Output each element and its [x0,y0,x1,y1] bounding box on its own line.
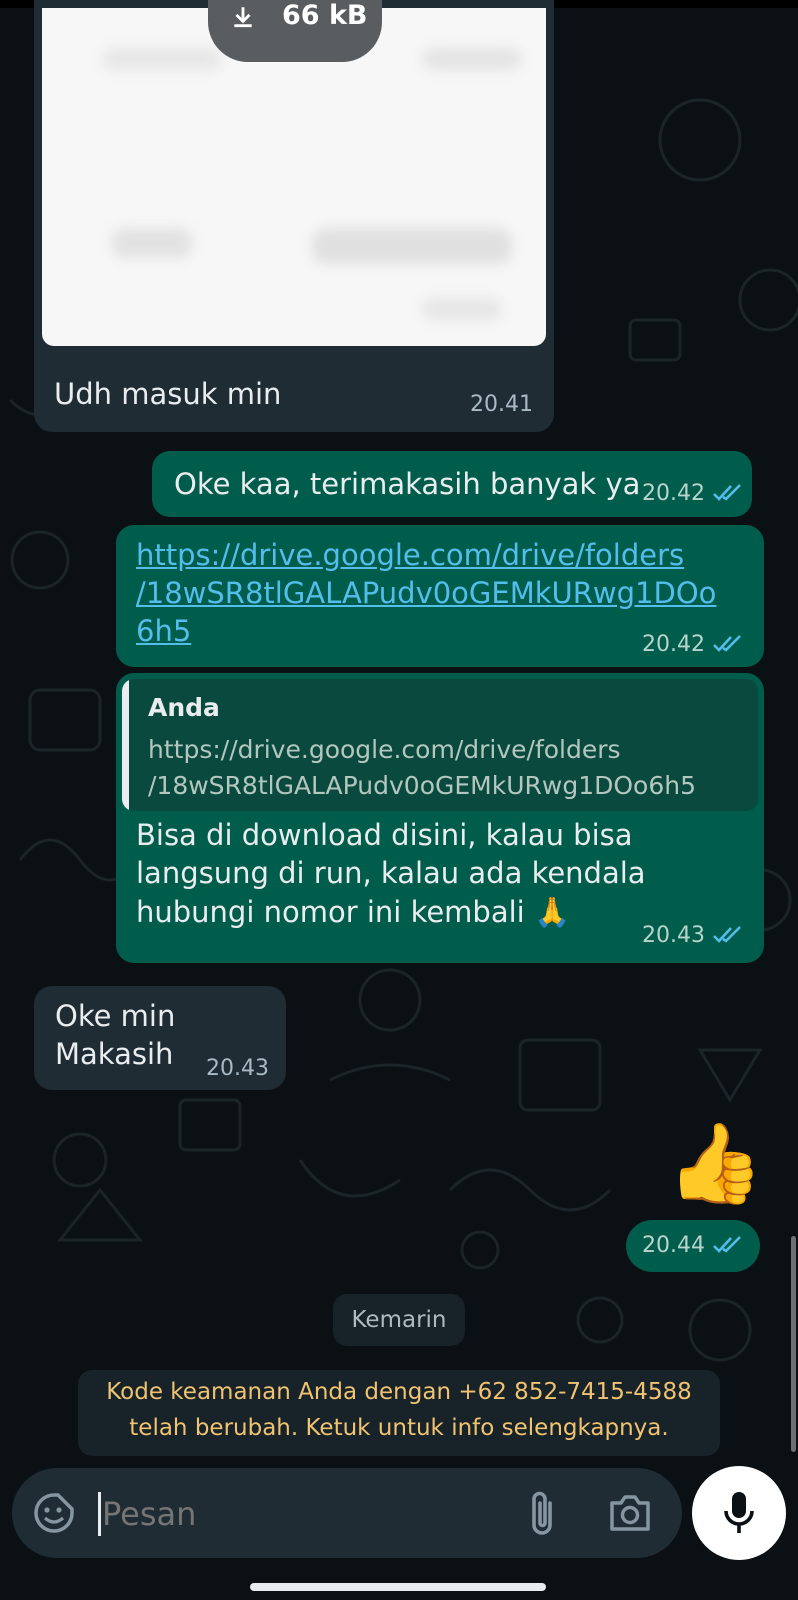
paperclip-icon[interactable] [526,1489,560,1537]
quoted-message[interactable]: Anda https://drive.google.com/drive/fold… [122,679,758,811]
message-text-line-2: Makasih [55,1037,174,1071]
outgoing-reply-message[interactable]: Anda https://drive.google.com/drive/fold… [116,673,764,963]
incoming-message[interactable]: Oke min Makasih 20.43 [34,986,286,1090]
message-text-line-3: hubungi nomor ini kembali 🙏 [136,895,571,929]
quote-text-line-1: https://drive.google.com/drive/folders [148,735,621,764]
drive-link-line-2[interactable]: /18wSR8tlGALAPudv0oGEMkURwg1DOo [136,574,716,612]
message-time: 20.43 [206,1056,269,1081]
emoji-message[interactable]: 👍 [640,1116,770,1220]
quote-author: Anda [148,693,220,722]
message-time: 20.41 [470,392,533,417]
drive-link-line-3[interactable]: 6h5 [136,612,191,650]
message-text: Oke kaa, terimakasih banyak ya [174,467,641,501]
message-time: 20.43 [642,923,705,948]
mic-icon [724,1492,754,1533]
double-check-icon [713,635,741,652]
double-check-icon [713,1236,741,1253]
drive-link-line-1[interactable]: https://drive.google.com/drive/folders [136,536,684,574]
scrollbar[interactable] [791,1236,796,1452]
quote-bar [122,679,129,811]
date-chip-label: Kemarin [351,1307,447,1333]
message-time: 20.44 [642,1233,705,1258]
security-notice-line-1: Kode keamanan Anda dengan +62 852-7415-4… [106,1379,692,1405]
sticker-icon[interactable] [32,1491,76,1535]
message-time: 20.42 [642,481,705,506]
double-check-icon [713,926,741,943]
incoming-image-message[interactable]: 66 kB Udh masuk min 20.41 [34,0,554,432]
download-size: 66 kB [282,0,368,31]
gesture-navigation-bar[interactable] [250,1583,546,1591]
emoji-message-time-chip: 20.44 [626,1220,760,1272]
message-text-line-1: Bisa di download disini, kalau bisa [136,818,633,852]
security-notice-line-2: telah berubah. Ketuk untuk info selengka… [129,1415,669,1441]
double-check-icon [713,484,741,501]
outgoing-message[interactable]: Oke kaa, terimakasih banyak ya 20.42 [152,451,752,517]
outgoing-link-message[interactable]: https://drive.google.com/drive/folders /… [116,525,764,667]
message-time: 20.42 [642,632,705,657]
mic-button[interactable] [692,1466,786,1560]
message-input[interactable] [100,1488,504,1540]
download-icon [234,7,252,28]
date-chip: Kemarin [333,1294,465,1346]
thumbs-up-emoji: 👍 [666,1119,764,1209]
download-button[interactable]: 66 kB [208,0,382,62]
message-caption: Udh masuk min [54,377,282,411]
message-text-line-1: Oke min [55,999,176,1033]
message-text-line-2: langsung di run, kalau ada kendala [136,856,646,890]
camera-icon[interactable] [608,1493,652,1533]
quote-text-line-2: /18wSR8tlGALAPudv0oGEMkURwg1DOo6h5 [148,771,696,800]
message-composer [12,1468,682,1558]
security-notice[interactable]: Kode keamanan Anda dengan +62 852-7415-4… [78,1370,720,1456]
